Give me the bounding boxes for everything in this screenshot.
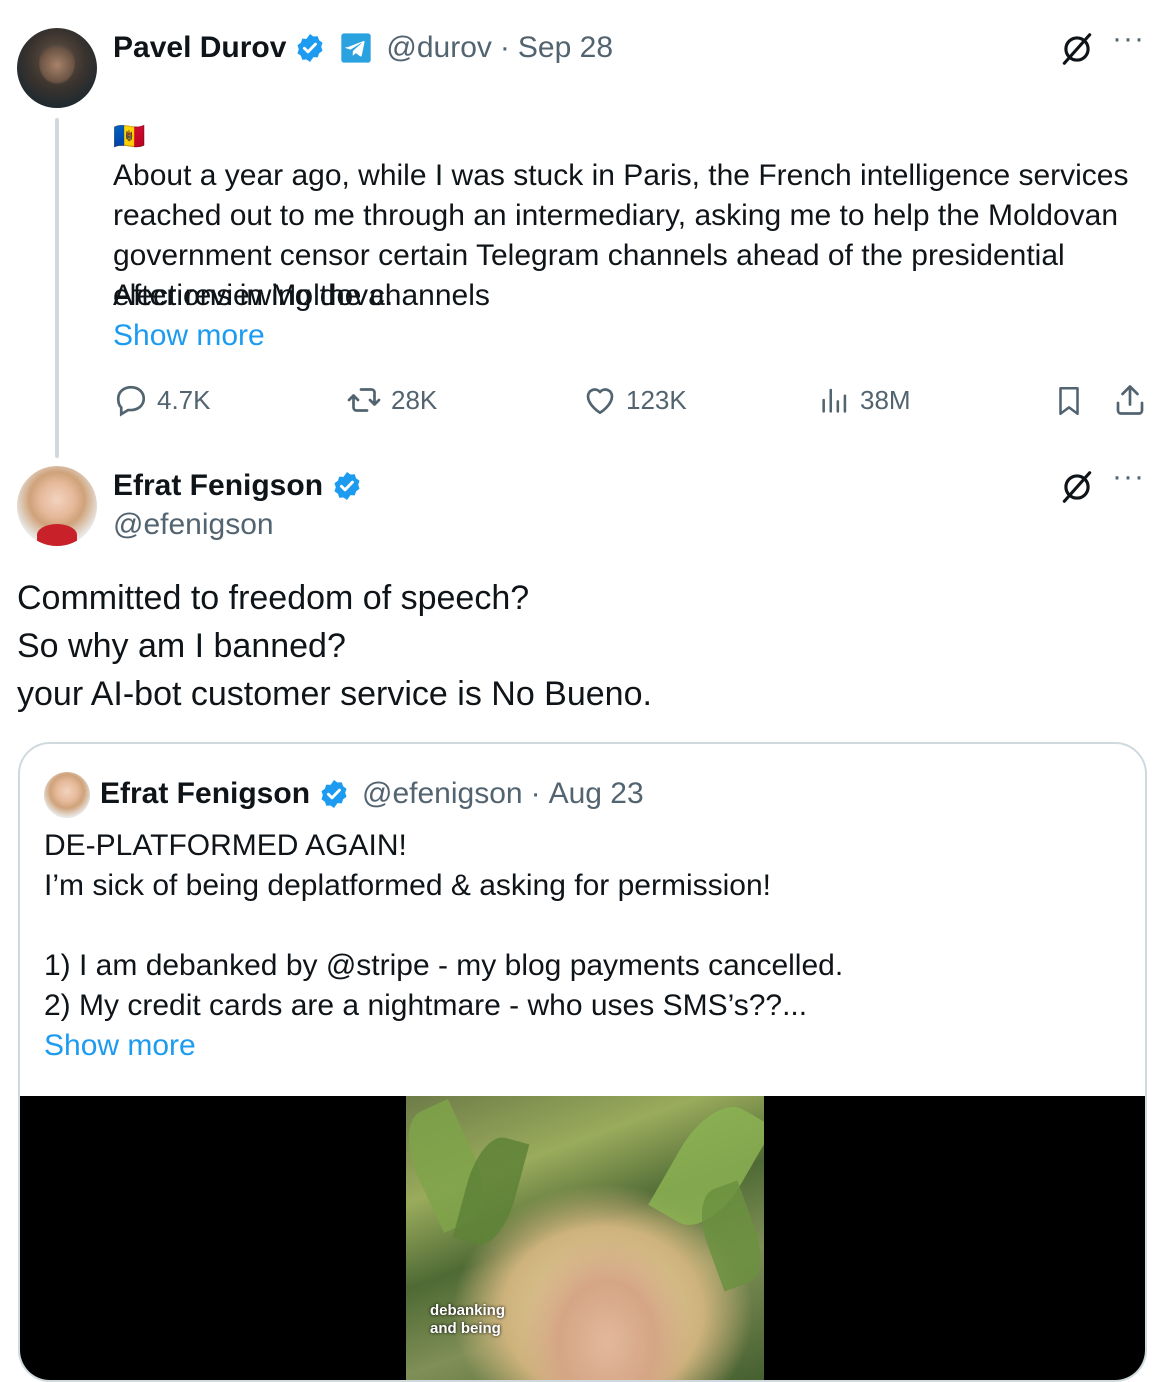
reply-button[interactable]: 4.7K bbox=[113, 382, 211, 418]
quote-author-handle[interactable]: @efenigson bbox=[362, 777, 523, 811]
share-icon[interactable] bbox=[1112, 382, 1148, 418]
more-icon[interactable]: ··· bbox=[1112, 460, 1145, 494]
avatar-efrat[interactable] bbox=[17, 466, 97, 546]
tweet-date[interactable]: Sep 28 bbox=[518, 31, 613, 65]
quote-avatar[interactable] bbox=[44, 772, 90, 818]
repost-count: 28K bbox=[391, 384, 438, 415]
repost-icon bbox=[347, 388, 381, 412]
author-name[interactable]: Efrat Fenigson bbox=[113, 469, 323, 503]
reply-icon bbox=[116, 385, 146, 417]
tweet2-header: Efrat Fenigson bbox=[113, 466, 363, 506]
verified-badge-icon bbox=[297, 34, 323, 62]
moldova-flag-icon: 🇲🇩 bbox=[113, 121, 146, 151]
verified-badge-icon bbox=[334, 472, 360, 500]
video-caption-2: and being bbox=[430, 1320, 501, 1337]
reply-count: 4.7K bbox=[157, 384, 211, 415]
quote-header: Efrat Fenigson @efenigson · Aug 23 bbox=[100, 774, 644, 814]
quote-date[interactable]: Aug 23 bbox=[549, 777, 644, 811]
author-handle[interactable]: @durov bbox=[386, 31, 492, 65]
tweet1-text-2: After reviewing the channels bbox=[113, 279, 490, 312]
telegram-icon bbox=[341, 33, 372, 63]
separator-dot: · bbox=[499, 31, 510, 64]
tweet2-line-3: your AI-bot customer service is No Bueno… bbox=[17, 675, 652, 713]
verified-badge-icon bbox=[321, 780, 347, 808]
tweet1-header: Pavel Durov @durov · Sep 28 bbox=[113, 28, 613, 68]
quote-video[interactable]: debanking and being bbox=[20, 1096, 1145, 1380]
author-name[interactable]: Pavel Durov bbox=[113, 31, 286, 65]
grok-icon[interactable] bbox=[1058, 30, 1096, 68]
like-icon bbox=[586, 388, 614, 415]
views-icon bbox=[822, 388, 847, 413]
views-button[interactable]: 38M bbox=[818, 382, 911, 418]
video-thumbnail: debanking and being bbox=[406, 1096, 764, 1380]
quote-line-2: I’m sick of being deplatformed & asking … bbox=[44, 869, 771, 902]
quote-show-more-link[interactable]: Show more bbox=[44, 1026, 196, 1066]
views-count: 38M bbox=[860, 384, 911, 415]
like-count: 123K bbox=[626, 384, 687, 415]
bookmark-icon[interactable] bbox=[1052, 383, 1086, 419]
quoted-tweet-card[interactable]: Efrat Fenigson @efenigson · Aug 23 DE-PL… bbox=[18, 742, 1147, 1382]
show-more-link[interactable]: Show more bbox=[113, 316, 265, 356]
avatar-durov[interactable] bbox=[17, 28, 97, 108]
quote-line-4: 2) My credit cards are a nightmare - who… bbox=[44, 989, 808, 1022]
grok-icon[interactable] bbox=[1058, 468, 1096, 506]
author-handle[interactable]: @efenigson bbox=[113, 508, 274, 542]
like-button[interactable]: 123K bbox=[582, 382, 687, 418]
quote-line-1: DE-PLATFORMED AGAIN! bbox=[44, 829, 407, 862]
separator-dot: · bbox=[530, 777, 541, 810]
quote-line-3: 1) I am debanked by @stripe - my blog pa… bbox=[44, 949, 844, 982]
more-icon[interactable]: ··· bbox=[1112, 22, 1145, 56]
video-caption-1: debanking bbox=[430, 1302, 506, 1319]
tweet2-line-2: So why am I banned? bbox=[17, 627, 346, 665]
repost-button[interactable]: 28K bbox=[345, 382, 437, 418]
thread-line bbox=[55, 118, 59, 458]
quote-author-name[interactable]: Efrat Fenigson bbox=[100, 777, 310, 811]
tweet2-line-1: Committed to freedom of speech? bbox=[17, 579, 530, 617]
